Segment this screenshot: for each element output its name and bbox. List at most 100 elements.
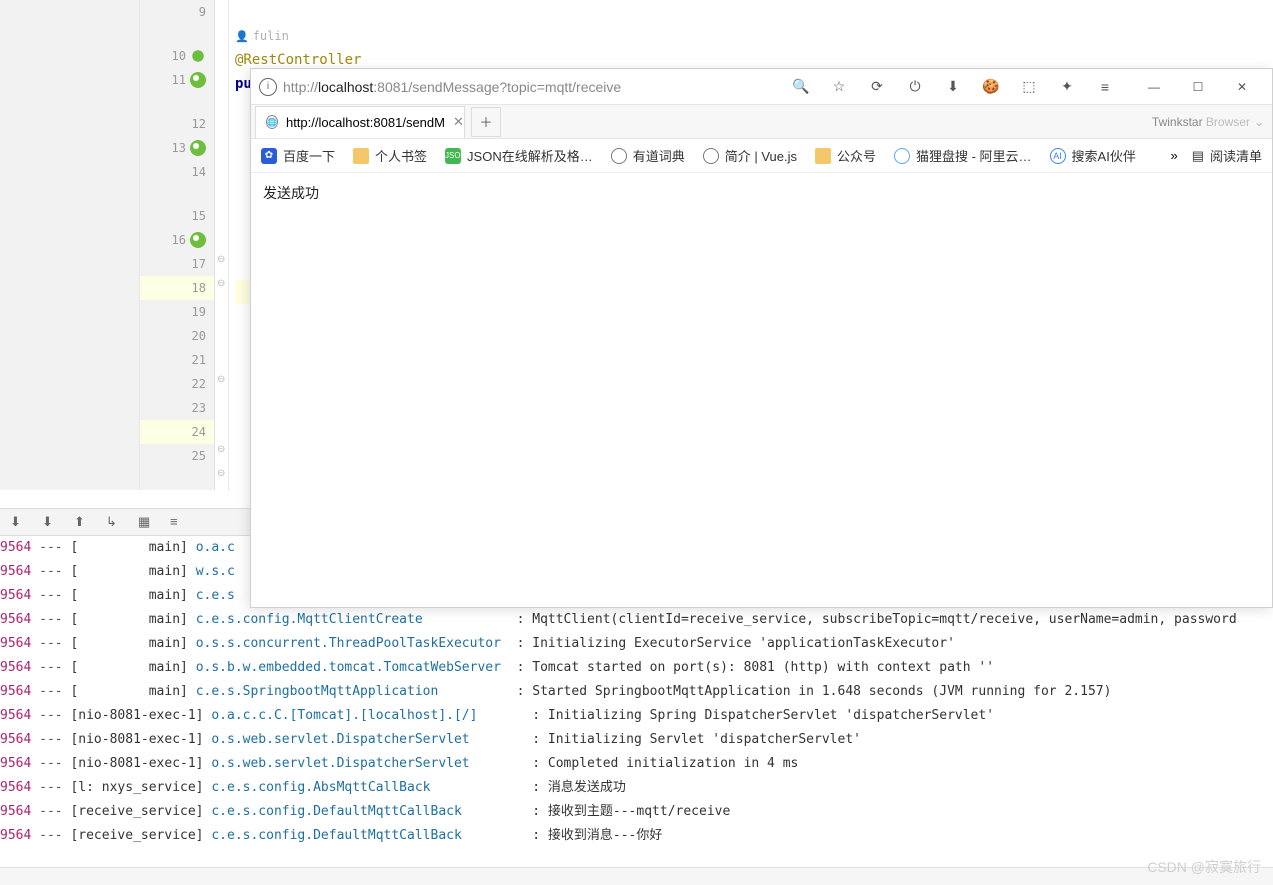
fold-marker-icon[interactable]: ⊖ [217, 254, 225, 265]
toolbar-icons: 🔍 ☆ ⟳ ⏻ ⬇ 🍪 ⬚ ✦ ≡ [792, 78, 1120, 96]
gutter-row[interactable]: 14 [140, 160, 214, 184]
bookmark-item[interactable]: 个人书签 [353, 146, 427, 165]
log-line: 9564 --- [ main] o.s.s.concurrent.Thread… [0, 632, 1273, 656]
log-line: 9564 --- [ main] o.s.b.w.embedded.tomcat… [0, 656, 1273, 680]
log-line: 9564 --- [nio-8081-exec-1] o.s.web.servl… [0, 728, 1273, 752]
gutter-row[interactable]: 9 [140, 0, 214, 24]
gutter-row[interactable]: 18 [140, 276, 214, 300]
cat-icon [894, 148, 910, 164]
bookmark-star-icon[interactable]: ☆ [830, 78, 848, 96]
gutter-row[interactable]: 25 [140, 444, 214, 468]
page-content: 发送成功 [251, 173, 1272, 607]
gutter-row[interactable]: 21 [140, 348, 214, 372]
folder-icon [815, 148, 831, 164]
console-toolbar: ⬇ ⬇ ⬆ ↳ ▦ ≡ [0, 508, 250, 536]
list-icon[interactable]: ≡ [170, 514, 186, 530]
bookmark-label: 有道词典 [633, 146, 685, 165]
tab-close-icon[interactable]: ✕ [453, 114, 464, 130]
ai-icon: AI [1050, 148, 1066, 164]
bookmark-label: 百度一下 [283, 146, 335, 165]
tab-title: http://localhost:8081/sendM [286, 115, 445, 130]
code-annotation: @RestController [235, 52, 361, 68]
bookmark-label: 猫狸盘搜 - 阿里云… [916, 146, 1032, 165]
spring-bean-icon[interactable] [190, 140, 206, 156]
status-bar [0, 867, 1273, 885]
chevron-down-icon[interactable]: ⌄ [1254, 115, 1264, 129]
bookmark-item[interactable]: 有道词典 [611, 146, 685, 165]
table-icon[interactable]: ▦ [138, 514, 154, 530]
download-icon[interactable]: ⬇ [944, 78, 962, 96]
spring-bean-icon[interactable] [190, 72, 206, 88]
site-info-icon[interactable]: i [259, 78, 277, 96]
bookmark-item[interactable]: 公众号 [815, 146, 876, 165]
bookmark-label: JSON在线解析及格… [467, 146, 593, 165]
globe-icon [611, 148, 627, 164]
gutter-row[interactable]: 16 [140, 228, 214, 252]
bookmark-item[interactable]: JSONJSON在线解析及格… [445, 146, 593, 165]
overflow-icon[interactable]: » [1170, 148, 1177, 163]
log-line: 9564 --- [l: nxys_service] c.e.s.config.… [0, 776, 1273, 800]
gutter-row[interactable]: 11 [140, 68, 214, 92]
bookmark-item[interactable]: 猫狸盘搜 - 阿里云… [894, 146, 1032, 165]
log-line: 9564 --- [nio-8081-exec-1] o.a.c.c.C.[To… [0, 704, 1273, 728]
gutter-row[interactable]: 22 [140, 372, 214, 396]
fold-marker-icon[interactable]: ⊖ [217, 374, 225, 385]
log-line: 9564 --- [receive_service] c.e.s.config.… [0, 800, 1273, 824]
browser-tab[interactable]: 🌐 http://localhost:8081/sendM ✕ [255, 106, 465, 138]
download-icon[interactable]: ⬇ [10, 514, 26, 530]
globe-icon: 🌐 [266, 115, 278, 129]
project-strip [0, 0, 140, 490]
gutter-row[interactable]: 20 [140, 324, 214, 348]
log-line: 9564 --- [receive_service] c.e.s.config.… [0, 824, 1273, 848]
gutter-row[interactable]: 17 [140, 252, 214, 276]
close-button[interactable]: ✕ [1220, 72, 1264, 102]
softwrap-icon[interactable]: ↳ [106, 514, 122, 530]
log-line: 9564 --- [ main] c.e.s.config.MqttClient… [0, 608, 1273, 632]
log-line: 9564 --- [ main] c.e.s.SpringbootMqttApp… [0, 680, 1273, 704]
run-marker-icon[interactable] [190, 48, 206, 64]
gutter-row[interactable]: 23 [140, 396, 214, 420]
fold-marker-icon[interactable]: ⊖ [217, 444, 225, 455]
gutter-row[interactable]: 15 [140, 204, 214, 228]
reload-icon[interactable]: ⟳ [868, 78, 886, 96]
gutter-row[interactable]: 12 [140, 112, 214, 136]
download-icon[interactable]: ⬇ [42, 514, 58, 530]
menu-icon[interactable]: ≡ [1096, 78, 1114, 96]
gutter-row[interactable]: 19 [140, 300, 214, 324]
power-icon[interactable]: ⏻ [906, 78, 924, 96]
bookmark-item[interactable]: AI 搜索AI伙伴 [1050, 146, 1136, 165]
reading-list-button[interactable]: ▤ 阅读清单 [1192, 146, 1262, 165]
new-tab-button[interactable]: ＋ [471, 107, 501, 137]
list-icon: ▤ [1192, 148, 1204, 164]
upload-icon[interactable]: ⬆ [74, 514, 90, 530]
bookmarks-bar: ✿百度一下 个人书签 JSONJSON在线解析及格… 有道词典 简介 | Vue.js 公… [251, 139, 1272, 173]
tab-bar: 🌐 http://localhost:8081/sendM ✕ ＋ Twinks… [251, 105, 1272, 139]
reading-list-label: 阅读清单 [1210, 146, 1262, 165]
gutter-row[interactable]: 13 [140, 136, 214, 160]
address-bar: i http://localhost:8081/sendMessage?topi… [251, 69, 1272, 105]
minimize-button[interactable]: ― [1132, 72, 1176, 102]
gutter-row[interactable]: 10 [140, 44, 214, 68]
response-text: 发送成功 [263, 185, 319, 201]
bookmark-item[interactable]: 简介 | Vue.js [703, 146, 797, 165]
zoom-icon[interactable]: 🔍 [792, 78, 810, 96]
fold-marker-icon[interactable]: ⊖ [217, 468, 225, 479]
bookmark-label: 搜索AI伙伴 [1072, 146, 1136, 165]
bookmark-label: 个人书签 [375, 146, 427, 165]
person-icon: 👤 [235, 30, 249, 43]
spring-bean-icon[interactable] [190, 232, 206, 248]
gutter-row[interactable]: 24 [140, 420, 214, 444]
fold-marker-icon[interactable]: ⊖ [217, 278, 225, 289]
extensions-icon[interactable]: ✦ [1058, 78, 1076, 96]
window-buttons: ― ☐ ✕ [1132, 72, 1264, 102]
browser-window: i http://localhost:8081/sendMessage?topi… [250, 68, 1273, 608]
author-hint: fulin [253, 29, 289, 43]
maximize-button[interactable]: ☐ [1176, 72, 1220, 102]
bookmark-label: 简介 | Vue.js [725, 146, 797, 165]
browser-brand: Twinkstar Browser⌄ [1152, 115, 1264, 129]
cookie-icon[interactable]: 🍪 [982, 78, 1000, 96]
url-display[interactable]: http://localhost:8081/sendMessage?topic=… [283, 79, 786, 95]
globe-icon [703, 148, 719, 164]
bookmark-item[interactable]: ✿百度一下 [261, 146, 335, 165]
crop-icon[interactable]: ⬚ [1020, 78, 1038, 96]
